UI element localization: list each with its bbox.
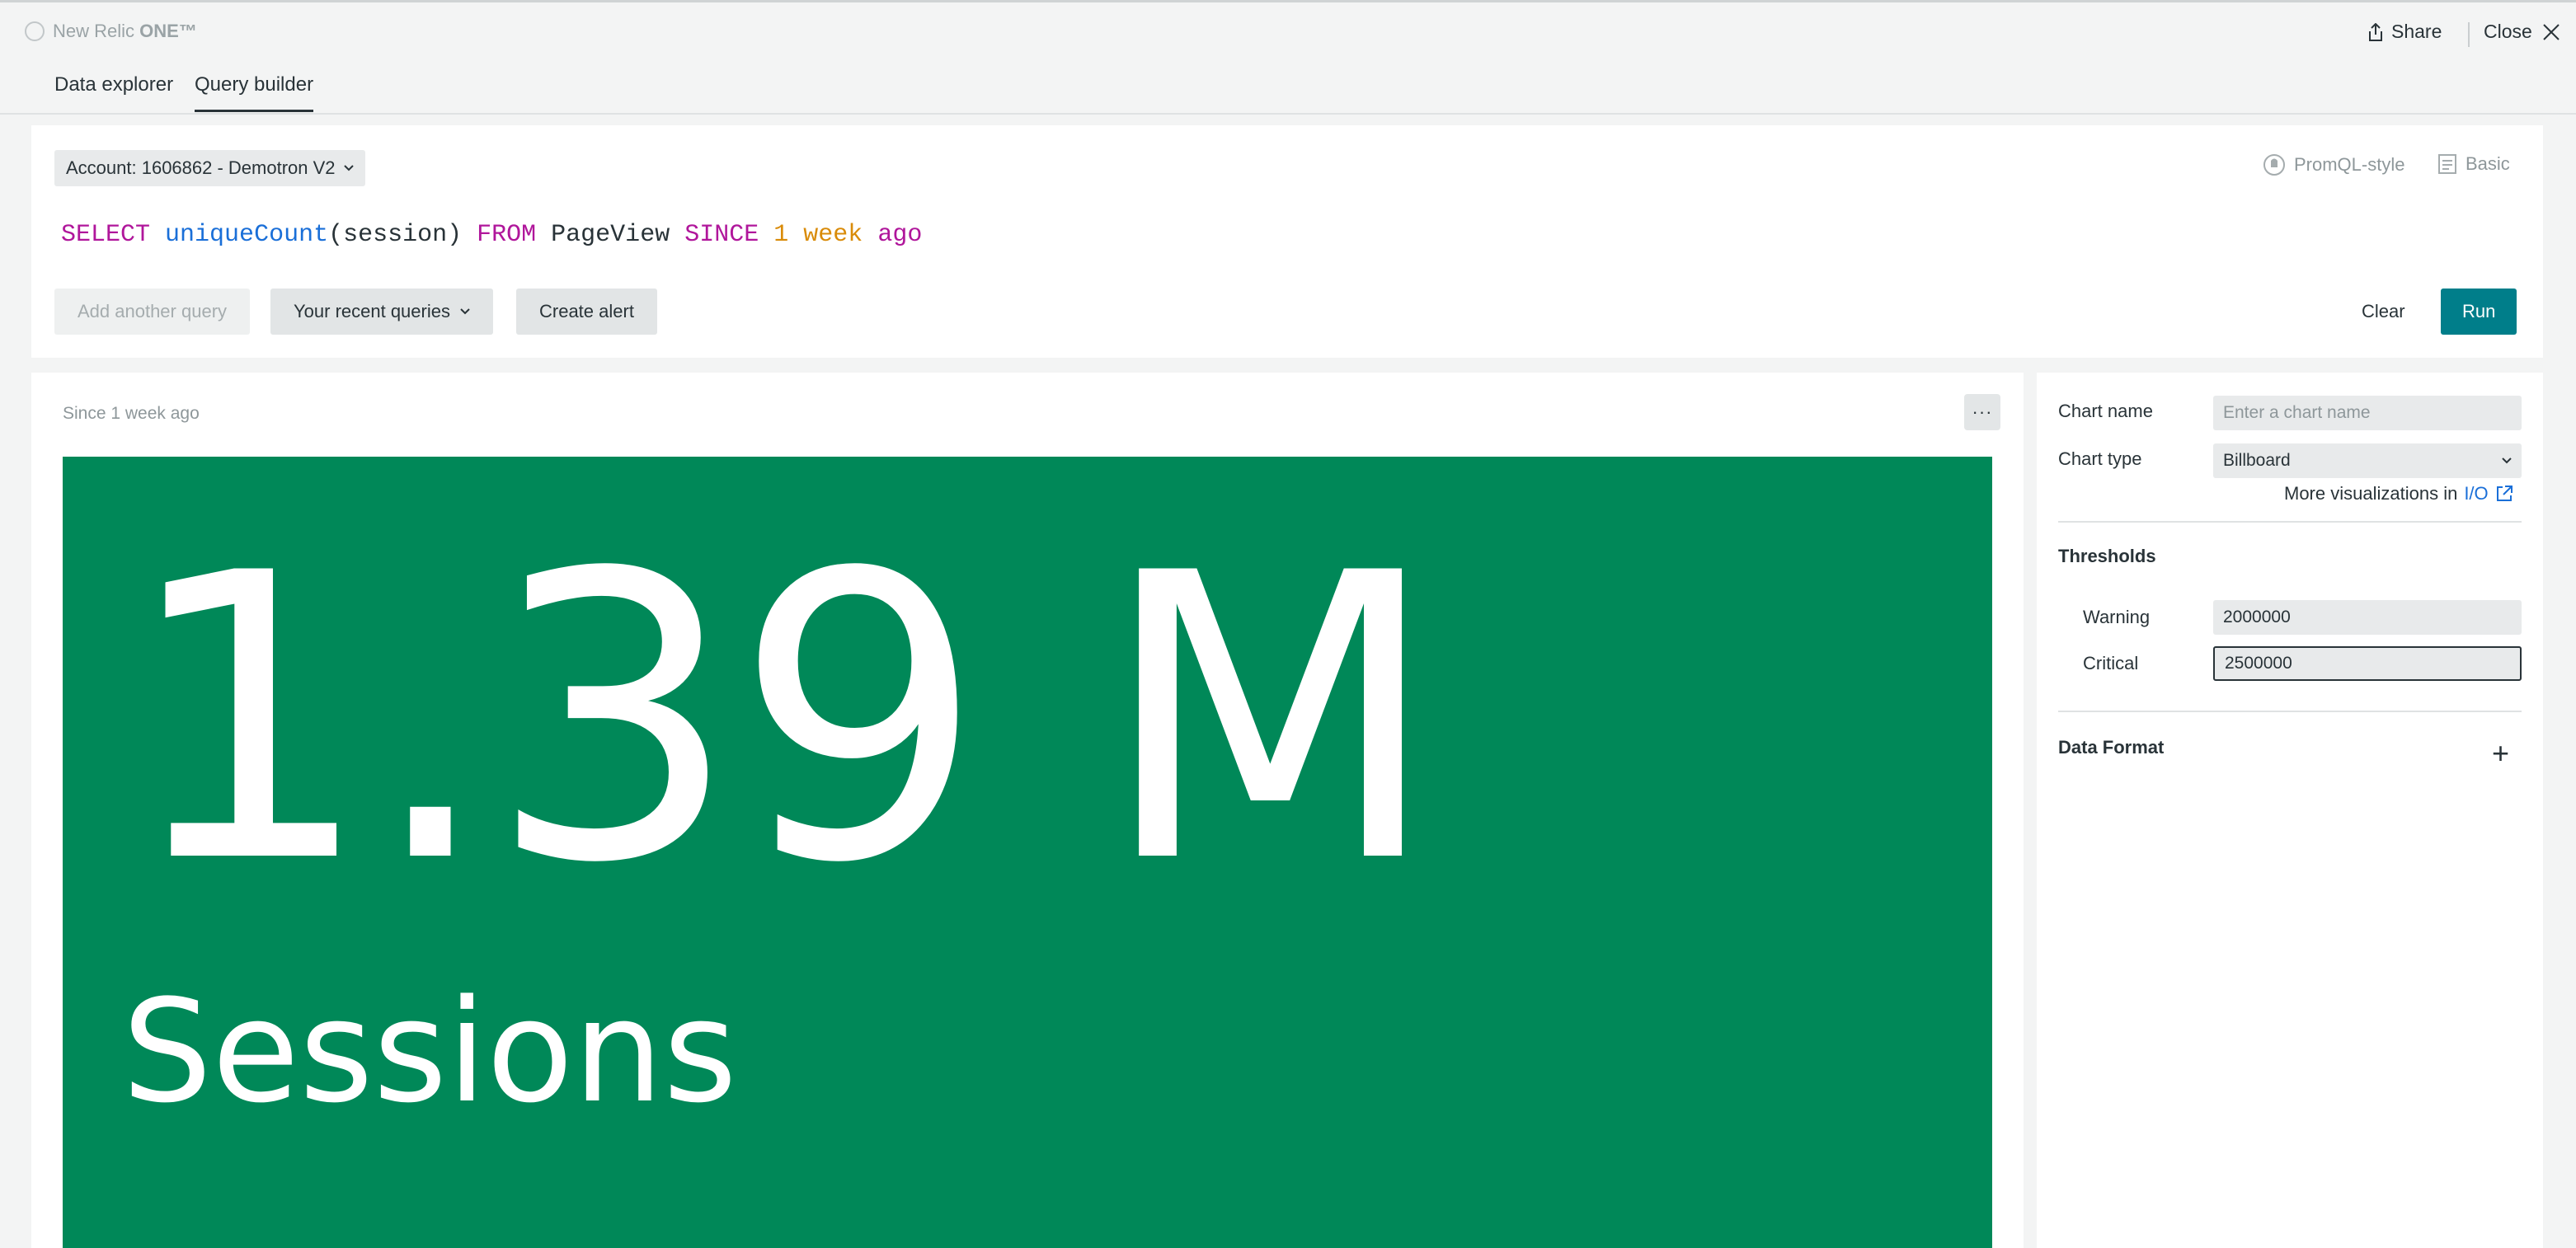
chevron-down-icon: [2502, 457, 2512, 464]
brand-strong: ONE™: [139, 21, 197, 41]
chart-settings-panel: Chart name Chart type Billboard More vis…: [2037, 373, 2543, 1248]
critical-threshold-input[interactable]: [2213, 646, 2522, 681]
chart-name-input[interactable]: [2213, 396, 2522, 430]
close-button[interactable]: Close: [2484, 21, 2560, 43]
promql-toggle[interactable]: PromQL-style: [2263, 153, 2404, 176]
io-link[interactable]: I/O: [2464, 483, 2488, 504]
query-table: PageView: [551, 221, 670, 249]
chart-type-select[interactable]: Billboard: [2213, 443, 2522, 478]
chart-menu-button[interactable]: ···: [1964, 394, 2000, 430]
chevron-down-icon: [460, 308, 470, 315]
share-button[interactable]: Share: [2368, 21, 2442, 43]
divider: [2058, 711, 2522, 712]
tab-bar: Data explorer Query builder: [0, 62, 2576, 115]
add-another-query-button[interactable]: Add another query: [54, 289, 251, 335]
query-keyword-ago: ago: [877, 221, 923, 249]
basic-toggle[interactable]: Basic: [2437, 153, 2510, 175]
chart-type-value: Billboard: [2223, 451, 2291, 470]
billboard-value: 1.39 M: [122, 490, 1441, 949]
thresholds-title: Thresholds: [2058, 546, 2156, 566]
query-keyword-from: FROM: [477, 221, 537, 249]
create-alert-button[interactable]: Create alert: [516, 289, 657, 335]
more-visualizations: More visualizations in I/O: [2284, 483, 2513, 504]
query-keyword-since: SINCE: [684, 221, 759, 249]
account-selector[interactable]: Account: 1606862 - Demotron V2: [54, 150, 365, 186]
external-link-icon[interactable]: [2495, 485, 2513, 503]
share-icon: [2369, 22, 2382, 41]
data-format-title: Data Format: [2058, 737, 2165, 758]
header-divider: [2468, 22, 2470, 47]
recent-queries-button[interactable]: Your recent queries: [270, 289, 493, 335]
query-function: uniqueCount: [165, 221, 329, 249]
brand-text: New Relic ONE™: [53, 21, 197, 42]
clear-button[interactable]: Clear: [2362, 289, 2405, 335]
account-label: Account: 1606862 - Demotron V2: [66, 157, 336, 178]
close-label: Close: [2484, 21, 2532, 42]
recent-queries-label: Your recent queries: [294, 301, 450, 321]
divider: [2058, 521, 2522, 523]
nrql-query-editor[interactable]: SELECT uniqueCount(session) FROM PageVie…: [61, 221, 922, 249]
chart-panel: Since 1 week ago ··· 1.39 M Sessions: [31, 373, 2024, 1248]
basic-mode-icon: [2438, 154, 2456, 174]
query-number: 1: [773, 221, 789, 249]
query-args: (session): [328, 221, 463, 249]
close-icon: [2543, 23, 2560, 40]
query-panel: Account: 1606862 - Demotron V2 PromQL-st…: [31, 125, 2543, 358]
critical-label: Critical: [2083, 653, 2139, 673]
query-keyword-select: SELECT: [61, 221, 151, 249]
brand-prefix: New Relic: [53, 21, 140, 41]
chevron-down-icon: [343, 165, 354, 171]
basic-label: Basic: [2466, 153, 2510, 174]
warning-threshold-input[interactable]: [2213, 600, 2522, 635]
promql-label: PromQL-style: [2294, 154, 2405, 175]
tab-query-builder[interactable]: Query builder: [195, 73, 314, 112]
chart-type-label: Chart type: [2058, 448, 2142, 469]
promql-icon: [2263, 154, 2285, 176]
chart-name-label: Chart name: [2058, 401, 2153, 421]
billboard-label: Sessions: [122, 969, 737, 1134]
query-unit: week: [803, 221, 863, 249]
new-relic-logo-icon: [25, 21, 45, 41]
plus-icon[interactable]: +: [2492, 739, 2509, 768]
share-label: Share: [2391, 21, 2442, 42]
time-range-label: Since 1 week ago: [63, 404, 200, 423]
warning-label: Warning: [2083, 607, 2151, 627]
more-viz-text: More visualizations in: [2284, 483, 2458, 504]
brand: New Relic ONE™: [25, 21, 197, 42]
run-button[interactable]: Run: [2441, 289, 2517, 335]
billboard-chart: 1.39 M Sessions: [63, 457, 1992, 1248]
top-bar: New Relic ONE™ Share Close: [0, 2, 2576, 62]
tab-data-explorer[interactable]: Data explorer: [54, 73, 173, 110]
